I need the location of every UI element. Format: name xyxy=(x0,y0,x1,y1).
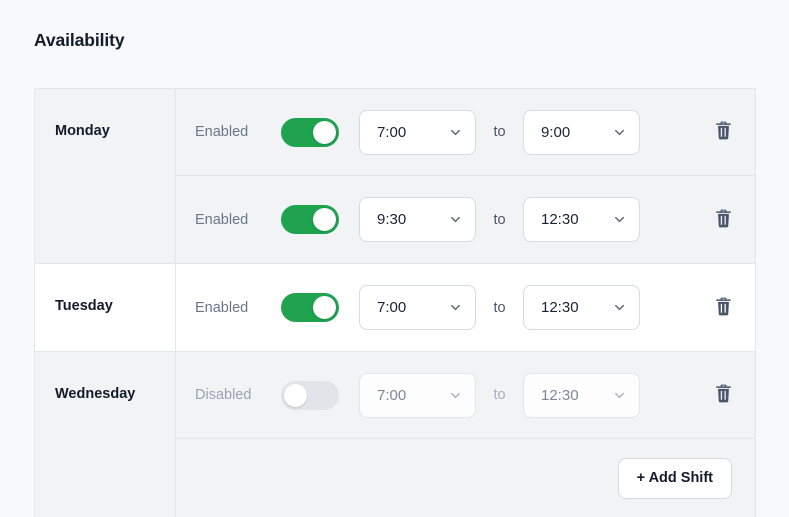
shift-toggle-group: Enabled xyxy=(195,205,359,234)
shift-actions xyxy=(640,207,755,233)
shift-start-time-value: 9:30 xyxy=(377,211,407,228)
delete-shift-button[interactable] xyxy=(710,382,736,408)
chevron-down-icon xyxy=(612,212,627,227)
day-group-wednesday: Wednesday Disabled 7:00 to 12:30 + Add S… xyxy=(35,352,755,517)
shift-actions xyxy=(640,382,755,408)
shift-enabled-toggle[interactable] xyxy=(281,293,339,322)
to-label: to xyxy=(493,299,506,316)
page-title: Availability xyxy=(34,30,125,50)
shift-row: Enabled 9:30 to 12:30 xyxy=(176,176,755,263)
day-label-monday: Monday xyxy=(35,89,176,263)
shift-row: Disabled 7:00 to 12:30 xyxy=(176,352,755,439)
availability-page: Availability Monday Enabled 7:00 to 9:00… xyxy=(0,0,789,517)
toggle-knob xyxy=(313,208,336,231)
shift-toggle-group: Enabled xyxy=(195,117,359,147)
toggle-knob xyxy=(313,296,336,319)
chevron-down-icon xyxy=(448,388,463,403)
shift-list-tuesday: Enabled 7:00 to 12:30 xyxy=(176,264,755,351)
availability-table: Monday Enabled 7:00 to 9:00 Enabled 9:30… xyxy=(34,88,756,517)
add-shift-row: + Add Shift xyxy=(176,439,755,517)
shift-end-time-select[interactable]: 12:30 xyxy=(523,197,640,242)
shift-row: Enabled 7:00 to xyxy=(176,89,755,176)
shift-actions xyxy=(640,295,755,321)
shift-end-time-value: 12:30 xyxy=(541,211,579,228)
day-group-tuesday: Tuesday Enabled 7:00 to 12:30 xyxy=(35,264,755,352)
chevron-down-icon xyxy=(612,300,627,315)
shift-state-label: Enabled xyxy=(195,211,249,228)
delete-shift-button[interactable] xyxy=(710,207,736,233)
to-label: to xyxy=(493,124,506,140)
chevron-down-icon xyxy=(448,300,463,315)
shift-actions xyxy=(640,119,755,145)
chevron-down-icon xyxy=(612,388,627,403)
shift-enabled-toggle[interactable] xyxy=(281,205,339,234)
shift-toggle-group: Disabled xyxy=(195,380,359,410)
trash-icon xyxy=(715,121,732,143)
shift-start-time-select[interactable]: 9:30 xyxy=(359,197,476,242)
shift-end-time-value: 12:30 xyxy=(541,299,579,316)
shift-state-label: Disabled xyxy=(195,387,252,403)
trash-icon xyxy=(715,297,732,319)
toggle-knob xyxy=(284,383,307,407)
shift-enabled-toggle[interactable] xyxy=(281,380,339,410)
day-group-monday: Monday Enabled 7:00 to 9:00 Enabled 9:30… xyxy=(35,89,755,264)
shift-list-monday: Enabled 7:00 to 9:00 Enabled 9:30 to 12:… xyxy=(176,89,755,263)
shift-start-time-value: 7:00 xyxy=(377,299,407,316)
chevron-down-icon xyxy=(448,125,463,140)
add-shift-button[interactable]: + Add Shift xyxy=(617,458,732,499)
shift-end-time-select: 12:30 xyxy=(523,372,640,418)
chevron-down-icon xyxy=(448,212,463,227)
shift-state-label: Enabled xyxy=(195,299,249,316)
day-label-wednesday: Wednesday xyxy=(35,352,176,517)
shift-list-wednesday: Disabled 7:00 to 12:30 + Add Shift xyxy=(176,352,755,517)
shift-start-time-select[interactable]: 7:00 xyxy=(359,285,476,330)
shift-start-time-select[interactable]: 7:00 xyxy=(359,109,476,155)
shift-row: Enabled 7:00 to xyxy=(176,264,755,351)
to-label: to xyxy=(493,387,506,403)
shift-end-time-value: 9:00 xyxy=(541,123,571,141)
to-label: to xyxy=(493,211,506,228)
shift-enabled-toggle[interactable] xyxy=(281,117,339,147)
shift-start-time-value: 7:00 xyxy=(377,386,407,404)
shift-start-time-select: 7:00 xyxy=(359,372,476,418)
shift-toggle-group: Enabled xyxy=(195,293,359,322)
trash-icon xyxy=(715,384,732,406)
shift-start-time-value: 7:00 xyxy=(377,123,407,141)
chevron-down-icon xyxy=(612,125,627,140)
shift-end-time-select[interactable]: 9:00 xyxy=(523,109,640,155)
delete-shift-button[interactable] xyxy=(710,295,736,321)
shift-end-time-value: 12:30 xyxy=(541,386,579,404)
shift-state-label: Enabled xyxy=(195,124,249,140)
toggle-knob xyxy=(313,120,336,144)
delete-shift-button[interactable] xyxy=(710,119,736,145)
shift-end-time-select[interactable]: 12:30 xyxy=(523,285,640,330)
day-label-tuesday: Tuesday xyxy=(35,264,176,351)
trash-icon xyxy=(715,209,732,231)
